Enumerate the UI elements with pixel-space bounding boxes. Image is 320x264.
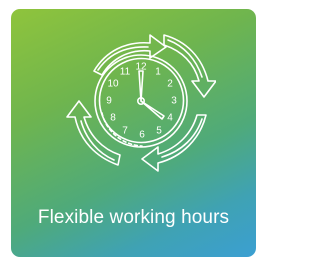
card-caption: Flexible working hours <box>37 207 230 228</box>
feature-card: 12 1 2 3 4 5 6 7 8 9 10 11 Flexible work… <box>11 9 256 257</box>
clock-numeral: 10 <box>107 79 119 90</box>
clock-numeral: 7 <box>122 126 128 137</box>
clock-numeral: 3 <box>171 96 177 107</box>
cycle-arrow-left-icon <box>66 100 121 166</box>
clock-numeral: 9 <box>106 96 112 107</box>
clock-numeral: 8 <box>110 113 116 124</box>
clock-numeral: 4 <box>167 113 173 124</box>
clock-numeral: 6 <box>139 130 145 141</box>
cycle-arrow-bottom-icon <box>141 114 207 172</box>
clock-with-cycle-arrows-icon: 12 1 2 3 4 5 6 7 8 9 10 11 <box>66 34 216 172</box>
clock-numeral: 1 <box>155 67 161 78</box>
clock-numeral: 2 <box>167 79 173 90</box>
clock-numeral: 5 <box>156 126 162 137</box>
clock-numeral: 12 <box>135 62 147 73</box>
clock-numeral: 11 <box>120 67 131 78</box>
